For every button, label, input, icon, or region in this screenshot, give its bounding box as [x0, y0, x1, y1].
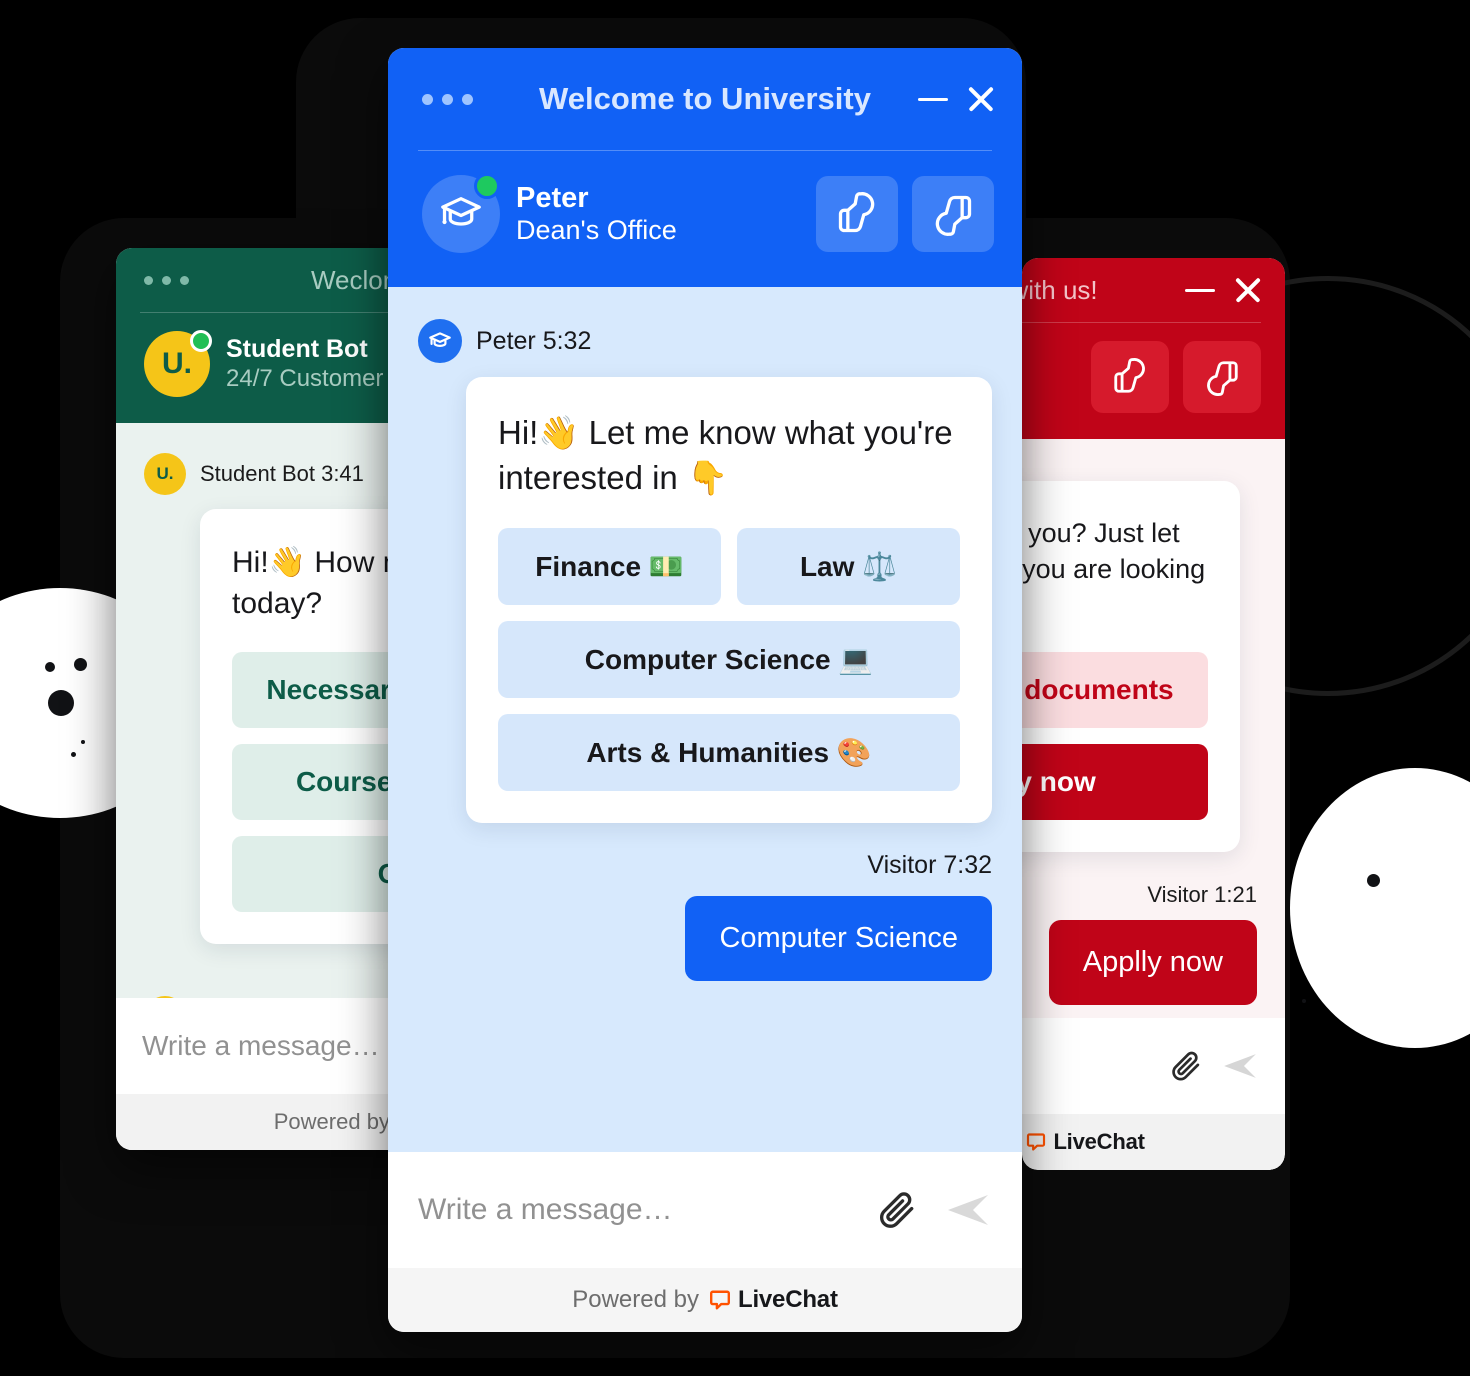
graduation-cap-icon	[441, 197, 481, 226]
livechat-bubble-icon	[1027, 1133, 1046, 1151]
background-dot	[1302, 999, 1306, 1003]
message-author-time: Visitor 1:21	[1147, 882, 1257, 908]
blue-window-header: Welcome to University Peter Dean's Offic…	[388, 48, 1022, 287]
thumbs-up-icon	[838, 192, 875, 233]
thumbs-down-button[interactable]	[912, 176, 994, 252]
thumbs-up-button[interactable]	[816, 176, 898, 252]
quick-reply-law[interactable]: Law ⚖️	[737, 528, 960, 606]
message-author-time: Student Bot 3:41	[200, 461, 364, 486]
minimize-icon[interactable]	[1185, 288, 1215, 292]
message-header: Peter 5:32	[418, 319, 992, 363]
thumbs-up-icon	[1114, 358, 1145, 393]
send-button[interactable]	[944, 1186, 992, 1234]
avatar	[422, 173, 500, 253]
minimize-icon[interactable]	[918, 97, 948, 101]
blue-agent-bar: Peter Dean's Office	[388, 151, 1022, 287]
background-dot	[1367, 874, 1380, 887]
red-titlebar: Chat with us!	[1022, 258, 1285, 322]
message-text: How can I help you? Just let me know wha…	[1022, 518, 1206, 585]
attach-button[interactable]	[1169, 1049, 1203, 1083]
quick-reply-computer-science[interactable]: Computer Science 💻	[498, 621, 960, 699]
background-dot	[81, 740, 85, 744]
background-dot	[48, 690, 74, 716]
red-footer: Powered by LiveChat	[1022, 1114, 1285, 1170]
graduation-cap-icon	[429, 332, 451, 347]
visitor-message-group: Visitor 7:32 Computer Science	[418, 851, 992, 982]
attach-button[interactable]	[876, 1189, 918, 1231]
visitor-message-bubble: Applly now	[1048, 920, 1257, 1006]
menu-dots-icon[interactable]	[144, 275, 189, 285]
message-text: Hi!👋 Let me know what you're interested …	[498, 414, 953, 496]
livechat-wordmark: LiveChat	[737, 1286, 838, 1313]
livechat-wordmark: LiveChat	[1053, 1129, 1145, 1154]
red-window-content: Chat with us! Susan	[1022, 258, 1285, 1170]
send-icon	[948, 1195, 988, 1225]
red-rating-buttons[interactable]	[1091, 341, 1261, 413]
paperclip-icon	[880, 1192, 914, 1228]
avatar	[418, 319, 462, 363]
message-author-time: Visitor 7:32	[867, 851, 992, 880]
agent-name: Peter	[516, 181, 589, 214]
close-icon[interactable]	[966, 84, 996, 114]
quick-reply-arts-humanities[interactable]: Arts & Humanities 🎨	[498, 714, 960, 792]
online-status-dot	[474, 173, 500, 199]
red-message-list: How can I help you? Just let me know wha…	[1022, 439, 1285, 1018]
thumbs-down-icon	[1207, 361, 1238, 396]
send-button[interactable]	[1221, 1047, 1259, 1085]
powered-by-label: Powered by	[572, 1286, 699, 1313]
chat-window-blue[interactable]: Welcome to University Peter Dean's Offic…	[388, 48, 1022, 1332]
chat-window-red[interactable]: Chat with us! Susan	[1022, 258, 1285, 1170]
blue-agent-meta: Peter Dean's Office	[516, 181, 677, 247]
thumbs-up-button[interactable]	[1091, 341, 1169, 413]
blue-titlebar: Welcome to University	[388, 48, 1022, 150]
cta-apply-now[interactable]: Apply now	[1022, 744, 1208, 821]
send-icon	[1224, 1054, 1256, 1078]
blue-message-list: Peter 5:32 Hi!👋 Let me know what you're …	[388, 287, 1022, 1152]
avatar: U.	[144, 453, 186, 495]
blue-composer[interactable]	[388, 1152, 1022, 1268]
quick-replies: Necessary documents Apply now	[1022, 652, 1208, 821]
thumbs-down-button[interactable]	[1183, 341, 1261, 413]
red-window-controls[interactable]	[1185, 275, 1263, 305]
blue-rating-buttons[interactable]	[816, 176, 994, 252]
message-input[interactable]	[418, 1193, 858, 1227]
agent-role: Dean's Office	[516, 215, 677, 246]
livechat-bubble-icon	[709, 1290, 730, 1310]
background-dot	[45, 662, 55, 672]
message-input[interactable]	[1022, 1050, 1151, 1082]
quick-reply-finance[interactable]: Finance 💵	[498, 528, 721, 606]
paperclip-icon	[1172, 1051, 1200, 1081]
online-status-dot	[190, 330, 212, 352]
visitor-message-bubble: Computer Science	[685, 896, 992, 982]
red-window-header: Chat with us! Susan	[1022, 258, 1285, 439]
quick-replies: Finance 💵 Law ⚖️ Computer Science 💻 Arts…	[498, 528, 960, 792]
screenshot-canvas: Weclome to sc U. Student Bot 24/7 Custom…	[0, 0, 1470, 1376]
background-dot	[71, 752, 76, 757]
avatar: U.	[144, 330, 212, 397]
message-card: How can I help you? Just let me know wha…	[1022, 481, 1240, 853]
message-card: Hi!👋 Let me know what you're interested …	[466, 377, 992, 824]
red-agent-bar: Susan Advisor	[1022, 323, 1285, 439]
thumbs-down-icon	[935, 195, 972, 236]
visitor-message-group: Visitor 1:21 Applly now	[1022, 882, 1257, 1006]
livechat-logo: LiveChat	[1026, 1129, 1145, 1155]
red-composer[interactable]	[1022, 1018, 1285, 1114]
message-author-time: Peter 5:32	[476, 326, 592, 355]
blue-footer: Powered by LiveChat	[388, 1268, 1022, 1332]
livechat-logo: LiveChat	[709, 1286, 838, 1314]
red-window-clip: Chat with us! Susan	[1022, 258, 1285, 1170]
quick-reply-necessary-documents[interactable]: Necessary documents	[1022, 652, 1208, 729]
blue-window-controls[interactable]	[918, 84, 996, 114]
background-blob-right	[1290, 768, 1470, 1048]
menu-dots-icon[interactable]	[422, 93, 473, 105]
background-dot	[74, 658, 87, 671]
close-icon[interactable]	[1233, 275, 1263, 305]
message-group: Peter 5:32 Hi!👋 Let me know what you're …	[418, 319, 992, 824]
powered-by-label: Powered by	[273, 1109, 390, 1134]
